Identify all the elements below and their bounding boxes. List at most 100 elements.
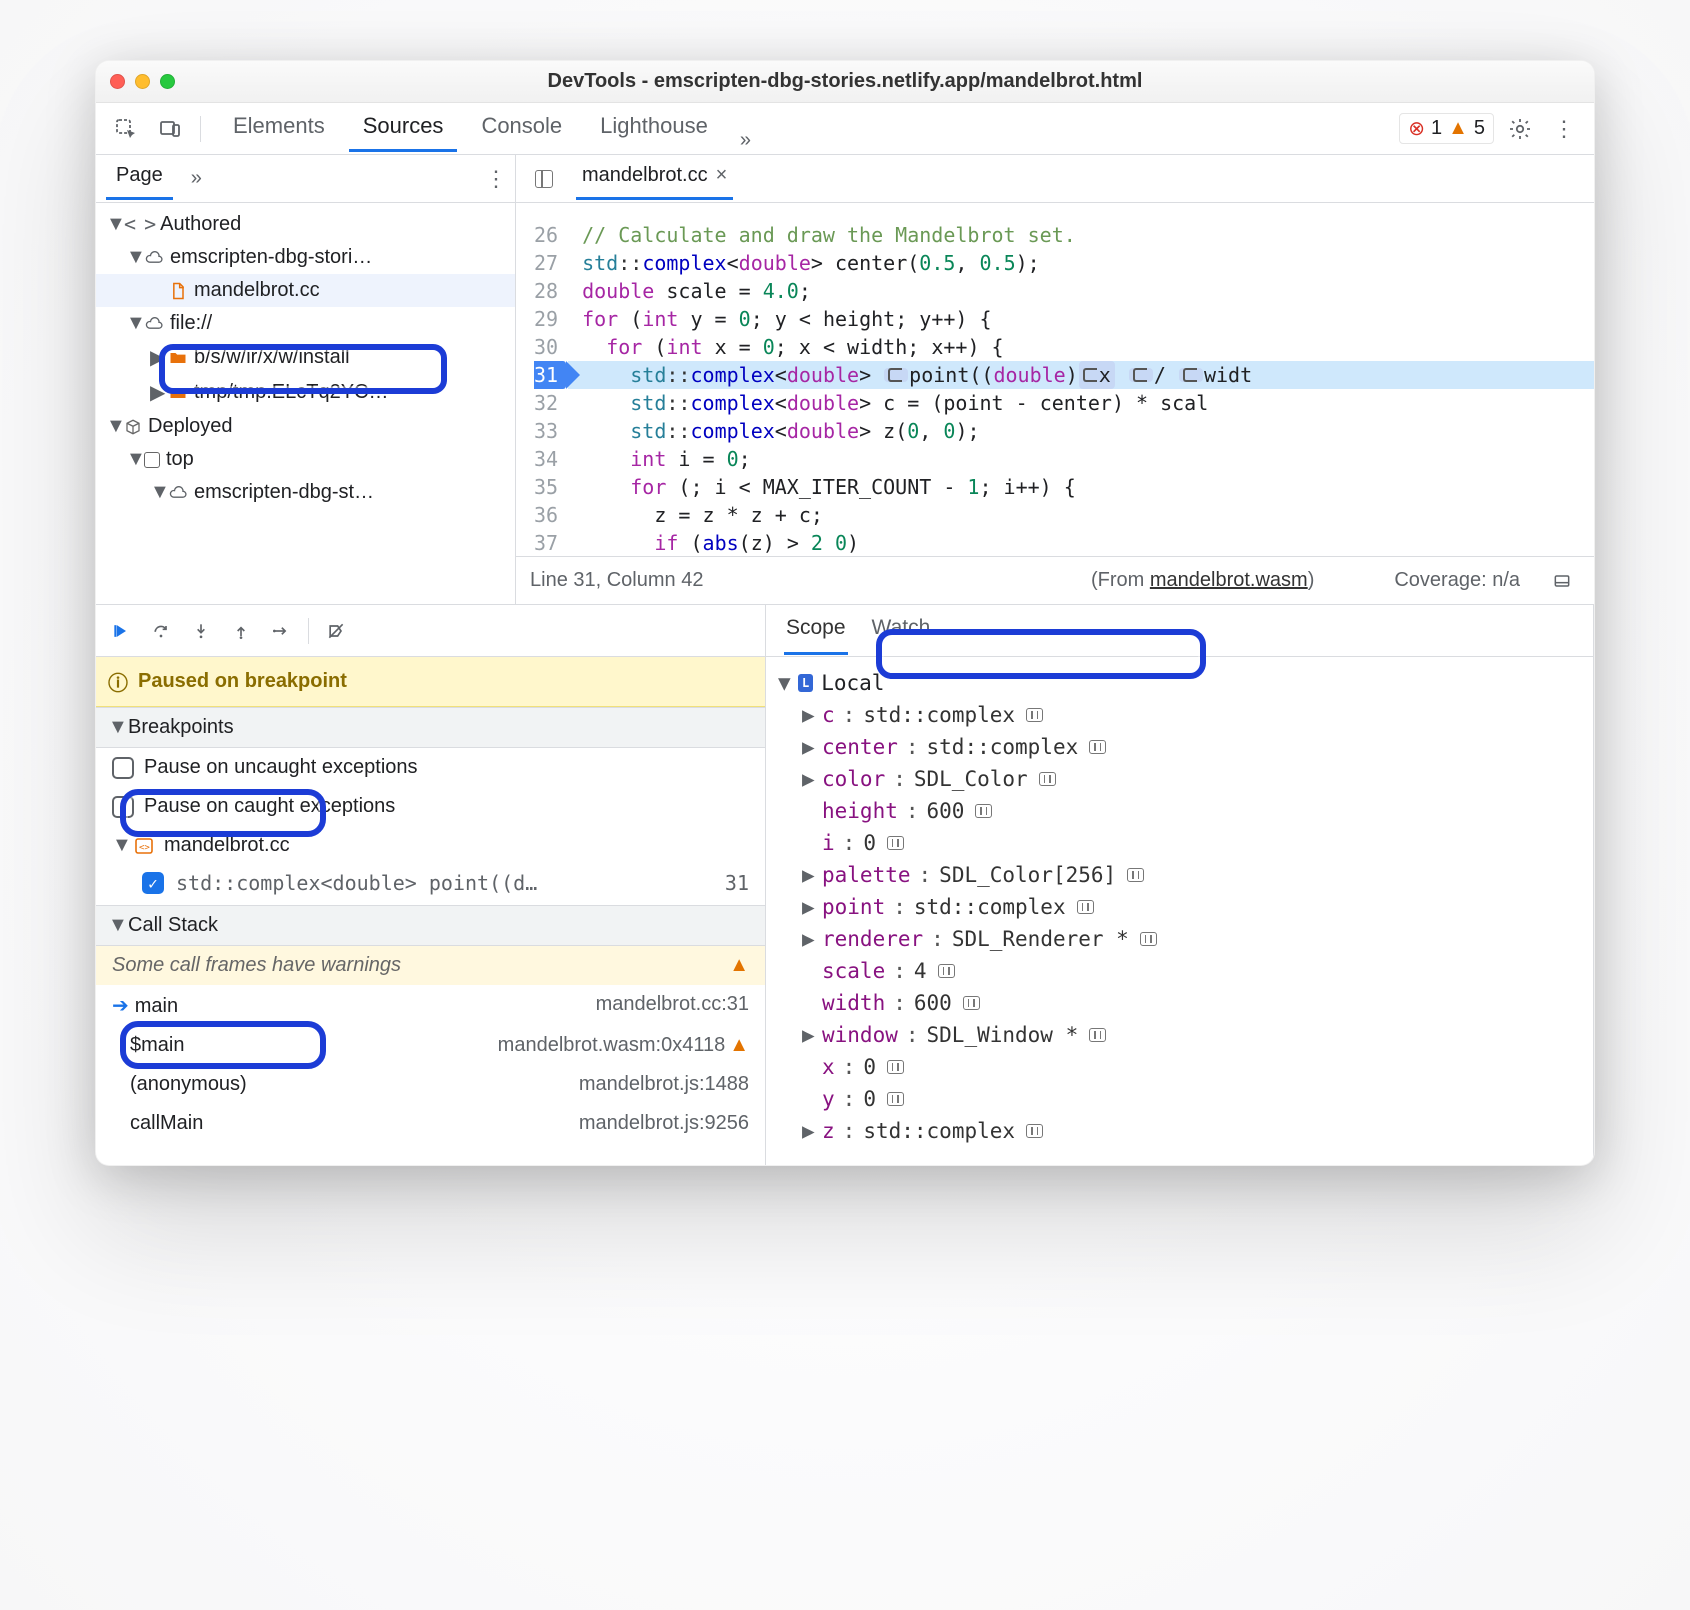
scope-variable[interactable]: ▶ renderer: SDL_Renderer * — [772, 923, 1587, 955]
navigator-options-icon[interactable]: ⋮ — [485, 166, 505, 192]
memory-icon[interactable] — [1140, 932, 1157, 946]
scope-panel: Scope Watch ▼ L Local ▶ c: std::complex … — [766, 605, 1593, 1165]
callstack-section-header[interactable]: ▼Call Stack — [96, 905, 765, 946]
memory-icon[interactable] — [887, 836, 904, 850]
memory-icon[interactable] — [975, 804, 992, 818]
memory-icon[interactable] — [1077, 900, 1094, 914]
frame-icon — [144, 452, 160, 468]
info-icon: ⓘ — [108, 667, 128, 696]
memory-icon[interactable] — [1026, 1124, 1043, 1138]
scope-variable[interactable]: ▶ center: std::complex — [772, 731, 1587, 763]
breakpoint-file[interactable]: ▼ <> mandelbrot.cc — [96, 826, 765, 865]
step-icon[interactable] — [268, 618, 294, 644]
tree-label: file:// — [170, 312, 212, 335]
tree-label: tmp/tmp.ELcTq2YC… — [194, 381, 389, 404]
svg-text:<>: <> — [139, 843, 150, 853]
tree-origin[interactable]: ▼ emscripten-dbg-st… — [96, 476, 515, 509]
step-out-icon[interactable] — [228, 618, 254, 644]
inspect-element-icon[interactable] — [108, 111, 144, 147]
breakpoint-entry[interactable]: ✓ std::complex<double> point((d… 31 — [96, 865, 765, 905]
debugger-sidebar: ⓘ Paused on breakpoint ▼Breakpoints Paus… — [96, 605, 766, 1165]
editor-tab[interactable]: mandelbrot.cc × — [576, 158, 733, 200]
settings-icon[interactable] — [1502, 111, 1538, 147]
script-icon: <> — [134, 836, 154, 856]
cursor-position: Line 31, Column 42 — [530, 569, 703, 592]
scope-variable[interactable]: ▶ window: SDL_Window * — [772, 1019, 1587, 1051]
authored-group[interactable]: ▼ < > Authored — [96, 207, 515, 241]
toggle-nav-icon[interactable] — [526, 161, 562, 197]
box-icon — [124, 418, 142, 436]
tree-folder[interactable]: ▶ tmp/tmp.ELcTq2YC… — [96, 375, 515, 410]
navigator-tab-page[interactable]: Page — [106, 158, 173, 200]
device-toolbar-icon[interactable] — [152, 111, 188, 147]
scope-variable[interactable]: ▶ point: std::complex — [772, 891, 1587, 923]
memory-icon[interactable] — [1026, 708, 1043, 722]
tab-scope[interactable]: Scope — [784, 606, 848, 655]
deployed-group[interactable]: ▼ Deployed — [96, 410, 515, 443]
callstack-warning: Some call frames have warnings ▲ — [96, 946, 765, 985]
tree-file-active[interactable]: mandelbrot.cc — [96, 274, 515, 307]
navigator-panel: Page » ⋮ ▼ < > Authored ▼ emscripten-dbg… — [96, 155, 516, 605]
scope-variable[interactable]: width: 600 — [772, 987, 1587, 1019]
tab-lighthouse[interactable]: Lighthouse — [586, 105, 722, 152]
pause-uncaught-checkbox[interactable]: Pause on uncaught exceptions — [96, 748, 765, 787]
breakpoint-checkbox[interactable]: ✓ — [142, 872, 164, 894]
memory-icon[interactable] — [887, 1092, 904, 1106]
paused-banner: ⓘ Paused on breakpoint — [96, 657, 765, 707]
tree-origin-file[interactable]: ▼ file:// — [96, 307, 515, 340]
tab-watch[interactable]: Watch — [870, 606, 933, 655]
step-over-icon[interactable] — [148, 618, 174, 644]
scope-variable[interactable]: i: 0 — [772, 827, 1587, 859]
scope-variable[interactable]: ▶ palette: SDL_Color[256] — [772, 859, 1587, 891]
memory-icon[interactable] — [1039, 772, 1056, 786]
memory-icon[interactable] — [1127, 868, 1144, 882]
tree-label: Authored — [160, 213, 241, 236]
warning-count: 5 — [1474, 117, 1485, 140]
more-options-icon[interactable]: ⋮ — [1546, 111, 1582, 147]
memory-icon[interactable] — [1089, 1028, 1106, 1042]
angle-brackets-icon: < > — [124, 212, 154, 236]
breakpoints-section-header[interactable]: ▼Breakpoints — [96, 707, 765, 748]
error-warning-counter[interactable]: ⊗ 1 ▲ 5 — [1399, 113, 1494, 144]
callstack-frame[interactable]: $main mandelbrot.wasm:0x4118▲ — [96, 1026, 765, 1065]
tab-console[interactable]: Console — [467, 105, 576, 152]
pause-caught-checkbox[interactable]: Pause on caught exceptions — [96, 787, 765, 826]
more-tabs-button[interactable]: » — [732, 129, 759, 152]
tree-folder[interactable]: ▶ b/s/w/ir/x/w/install — [96, 340, 515, 375]
window-zoom-button[interactable] — [160, 74, 175, 89]
close-tab-icon[interactable]: × — [716, 164, 728, 187]
navigator-more-tabs[interactable]: » — [183, 167, 210, 190]
source-origin[interactable]: (From mandelbrot.wasm) — [1091, 569, 1314, 592]
window-title: DevTools - emscripten-dbg-stories.netlif… — [548, 70, 1143, 93]
scope-variable[interactable]: ▶ z: std::complex — [772, 1115, 1587, 1147]
scope-variable[interactable]: scale: 4 — [772, 955, 1587, 987]
tab-sources[interactable]: Sources — [349, 105, 458, 152]
show-console-drawer-icon[interactable] — [1544, 563, 1580, 599]
callstack-frame[interactable]: callMain mandelbrot.js:9256 — [96, 1104, 765, 1143]
folder-icon — [168, 383, 188, 403]
window-minimize-button[interactable] — [135, 74, 150, 89]
scope-variable[interactable]: ▶ color: SDL_Color — [772, 763, 1587, 795]
scope-variable[interactable]: ▶ c: std::complex — [772, 699, 1587, 731]
source-origin-link[interactable]: mandelbrot.wasm — [1150, 569, 1308, 591]
callstack-frame[interactable]: (anonymous) mandelbrot.js:1488 — [96, 1065, 765, 1104]
scope-variable[interactable]: x: 0 — [772, 1051, 1587, 1083]
tab-elements[interactable]: Elements — [219, 105, 339, 152]
callstack-frame[interactable]: ➔main mandelbrot.cc:31 — [96, 985, 765, 1026]
folder-icon — [168, 348, 188, 368]
line-gutter[interactable]: 25262728293031323334353637 — [516, 203, 568, 561]
tree-origin[interactable]: ▼ emscripten-dbg-stori… — [96, 241, 515, 274]
code-lines[interactable]: // Calculate and draw the Mandelbrot set… — [568, 203, 1594, 561]
memory-icon[interactable] — [1089, 740, 1106, 754]
memory-icon[interactable] — [887, 1060, 904, 1074]
deactivate-breakpoints-icon[interactable] — [323, 618, 349, 644]
window-close-button[interactable] — [110, 74, 125, 89]
tree-top[interactable]: ▼ top — [96, 443, 515, 476]
scope-group[interactable]: ▼ L Local — [772, 667, 1587, 699]
memory-icon[interactable] — [963, 996, 980, 1010]
scope-variable[interactable]: height: 600 — [772, 795, 1587, 827]
memory-icon[interactable] — [938, 964, 955, 978]
resume-icon[interactable] — [108, 618, 134, 644]
scope-variable[interactable]: y: 0 — [772, 1083, 1587, 1115]
step-into-icon[interactable] — [188, 618, 214, 644]
